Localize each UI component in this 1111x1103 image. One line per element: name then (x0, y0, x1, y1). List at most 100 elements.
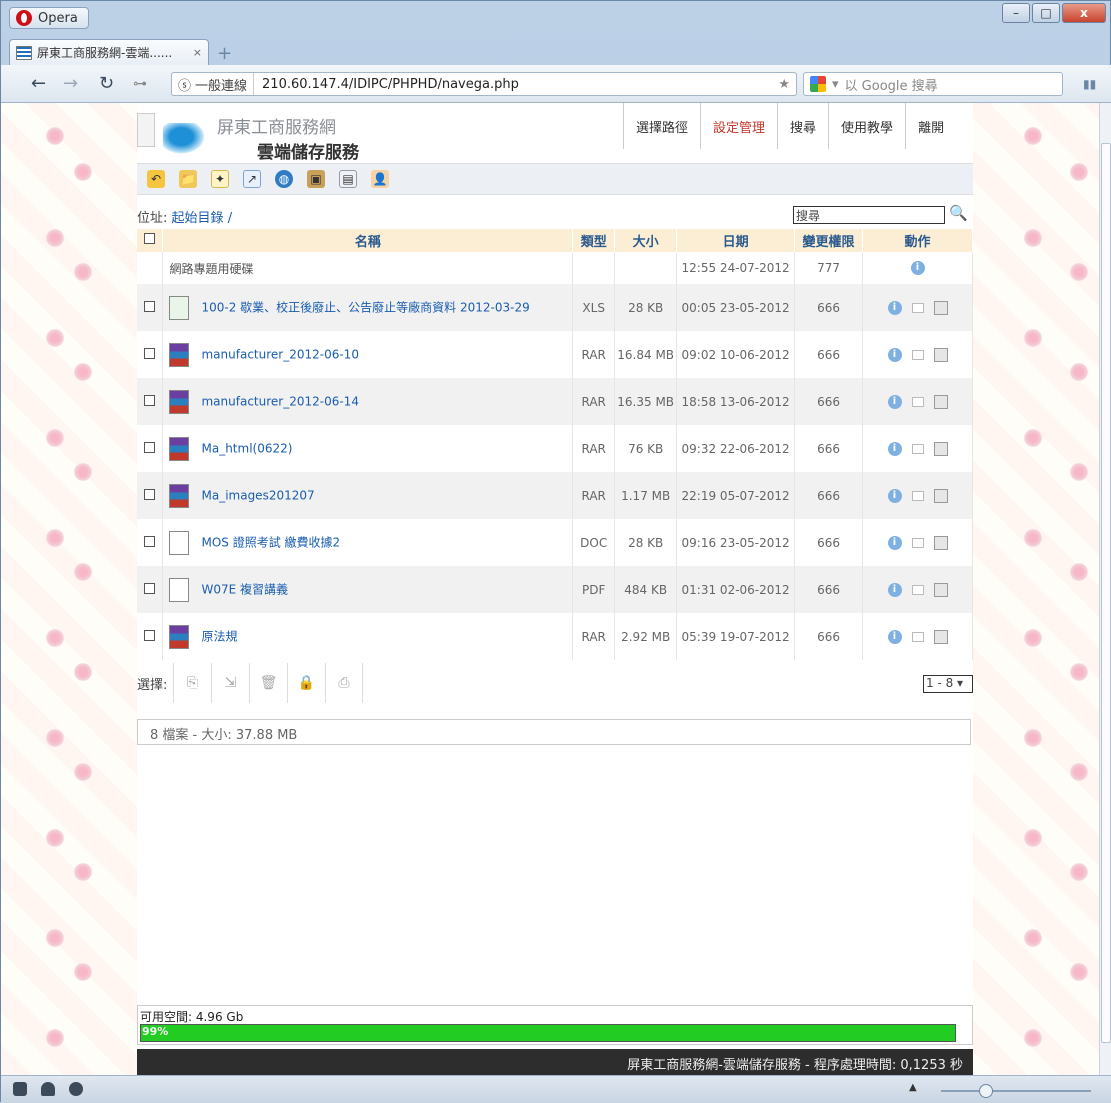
vertical-scrollbar[interactable] (1099, 103, 1111, 1075)
table-row[interactable]: W07E 複習講義 PDF 484 KB 01:31 02-06-2012 66… (137, 566, 973, 613)
info-icon[interactable]: i (887, 300, 902, 315)
column-type[interactable]: 類型 (572, 229, 616, 252)
minimize-button[interactable]: – (1002, 3, 1030, 23)
table-row[interactable]: manufacturer_2012-06-10 RAR 16.84 MB 09:… (137, 331, 973, 378)
info-icon[interactable]: i (910, 261, 925, 275)
tab-close-icon[interactable]: × (193, 46, 202, 59)
panel-toggle-icon[interactable] (13, 1082, 27, 1096)
rename-icon[interactable] (911, 443, 924, 454)
file-name[interactable]: manufacturer_2012-06-14 (201, 394, 358, 408)
file-name[interactable]: Ma_html(0622) (201, 441, 292, 455)
rename-icon[interactable] (911, 396, 924, 407)
nav-settings[interactable]: 設定管理 (700, 103, 777, 149)
web-upload-icon[interactable]: ◍ (275, 170, 293, 188)
address-field[interactable]: ⓢ 一般連線 210.60.147.4/IDIPC/PHPHD/navega.p… (171, 72, 797, 96)
info-icon[interactable]: i (887, 582, 902, 597)
save-icon[interactable] (933, 347, 948, 362)
zoom-slider-knob[interactable] (979, 1084, 993, 1098)
dropdown-arrow-icon[interactable]: ▾ (832, 77, 839, 92)
forward-icon[interactable]: → (63, 73, 78, 94)
parent-folder-row[interactable]: 網路專題用硬碟 12:55 24-07-2012 777 i (137, 252, 973, 284)
file-name[interactable]: W07E 複習講義 (201, 582, 288, 596)
security-badge[interactable]: ⓢ 一般連線 (172, 73, 255, 95)
lock-icon[interactable]: 🔒 (287, 663, 325, 703)
file-permission[interactable]: 666 (794, 378, 864, 425)
save-icon[interactable] (933, 582, 948, 597)
opera-menu-button[interactable]: Opera (9, 7, 89, 29)
nav-logout[interactable]: 離開 (905, 103, 956, 149)
row-checkbox[interactable] (144, 300, 156, 312)
expand-collapse-icon[interactable] (137, 113, 155, 147)
row-checkbox[interactable] (144, 347, 156, 359)
maximize-button[interactable]: □ (1032, 3, 1060, 23)
column-permission[interactable]: 變更權限 (794, 229, 864, 252)
scrollbar-thumb[interactable] (1101, 143, 1111, 1043)
rename-icon[interactable] (911, 490, 924, 501)
file-name[interactable]: 原法規 (201, 629, 237, 643)
search-input[interactable] (793, 206, 945, 224)
row-checkbox[interactable] (144, 441, 156, 453)
rename-icon[interactable] (911, 349, 924, 360)
column-date[interactable]: 日期 (676, 229, 796, 252)
view-toggle-icon[interactable]: ▲ (909, 1082, 917, 1093)
select-all-checkbox[interactable] (144, 233, 156, 244)
nav-search[interactable]: 搜尋 (777, 103, 828, 149)
row-checkbox[interactable] (144, 629, 156, 641)
save-icon[interactable] (933, 488, 948, 503)
new-tab-icon[interactable]: + (217, 43, 232, 64)
table-row[interactable]: Ma_html(0622) RAR 76 KB 09:32 22-06-2012… (137, 425, 973, 472)
file-name[interactable]: Ma_images201207 (201, 488, 314, 502)
save-icon[interactable] (933, 441, 948, 456)
column-name[interactable]: 名稱 (162, 229, 574, 252)
rename-icon[interactable] (911, 631, 924, 642)
print-icon[interactable]: ⎙ (325, 663, 363, 703)
info-icon[interactable]: i (887, 535, 902, 550)
browser-tab[interactable]: 屏東工商服務網-雲端...... × (9, 39, 209, 65)
file-permission[interactable]: 666 (794, 425, 864, 472)
file-name[interactable]: manufacturer_2012-06-10 (201, 347, 358, 361)
table-row[interactable]: 原法規 RAR 2.92 MB 05:39 19-07-2012 666 i (137, 613, 973, 660)
root-directory-link[interactable]: 起始目錄 (172, 211, 224, 226)
move-icon[interactable]: ⇲ (211, 663, 249, 703)
speed-icon[interactable] (69, 1082, 83, 1096)
info-icon[interactable]: i (887, 441, 902, 456)
row-checkbox[interactable] (144, 488, 156, 500)
table-row[interactable]: 100-2 歇業、校正後廢止、公告廢止等廠商資料 2012-03-29 XLS … (137, 284, 973, 331)
trash-icon[interactable]: 🗑 (249, 663, 287, 703)
table-row[interactable]: Ma_images201207 RAR 1.17 MB 22:19 05-07-… (137, 472, 973, 519)
archive-icon[interactable]: ▣ (307, 170, 325, 188)
zoom-slider[interactable] (941, 1084, 1091, 1098)
user-icon[interactable]: 👤 (371, 170, 389, 188)
row-checkbox[interactable] (144, 582, 156, 594)
table-row[interactable]: MOS 證照考試 繳費收據2 DOC 28 KB 09:16 23-05-201… (137, 519, 973, 566)
info-icon[interactable]: i (887, 347, 902, 362)
file-permission[interactable]: 666 (794, 566, 864, 613)
file-permission[interactable]: 666 (794, 472, 864, 519)
row-checkbox[interactable] (144, 394, 156, 406)
save-icon[interactable] (933, 535, 948, 550)
save-icon[interactable] (933, 629, 948, 644)
file-permission[interactable]: 666 (794, 519, 864, 566)
info-icon[interactable]: i (887, 394, 902, 409)
speed-dial-icon[interactable]: ▮▮ (1083, 77, 1096, 91)
back-icon[interactable]: ← (31, 73, 46, 94)
parent-folder-name[interactable]: 網路專題用硬碟 (162, 252, 574, 284)
new-folder-icon[interactable]: 📁 (179, 170, 197, 188)
new-file-icon[interactable]: ✦ (211, 170, 229, 188)
save-icon[interactable] (933, 394, 948, 409)
file-name[interactable]: MOS 證照考試 繳費收據2 (201, 535, 340, 549)
file-permission[interactable]: 666 (794, 284, 864, 331)
upload-icon[interactable]: ↗ (243, 170, 261, 188)
reload-icon[interactable]: ↻ (99, 73, 114, 94)
bookmark-star-icon[interactable]: ★ (778, 77, 790, 92)
rename-icon[interactable] (911, 537, 924, 548)
key-icon[interactable]: ⊶ (133, 76, 147, 92)
file-name[interactable]: 100-2 歇業、校正後廢止、公告廢止等廠商資料 2012-03-29 (201, 300, 529, 314)
rename-icon[interactable] (911, 302, 924, 313)
search-icon[interactable]: 🔍 (949, 204, 968, 222)
nav-tutorial[interactable]: 使用教學 (828, 103, 905, 149)
table-row[interactable]: manufacturer_2012-06-14 RAR 16.35 MB 18:… (137, 378, 973, 425)
nav-choose-path[interactable]: 選擇路徑 (623, 103, 700, 149)
page-select[interactable]: 1 - 8 ▾ (923, 675, 973, 693)
file-permission[interactable]: 666 (794, 613, 864, 660)
